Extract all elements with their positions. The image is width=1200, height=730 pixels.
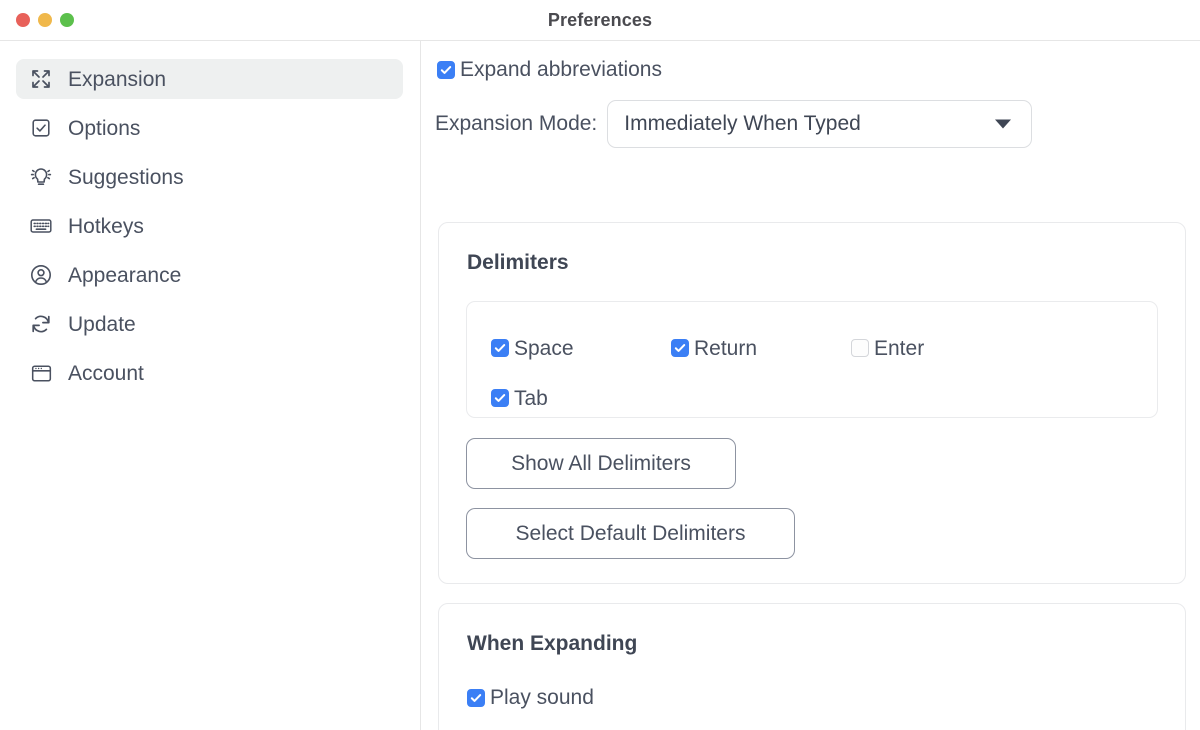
sidebar-item-label: Account [68, 361, 144, 385]
sidebar-item-suggestions[interactable]: Suggestions [16, 157, 403, 197]
sidebar-item-label: Suggestions [68, 165, 184, 189]
delimiter-label: Return [694, 336, 758, 360]
sidebar-item-options[interactable]: Options [16, 108, 403, 148]
delimiter-option-return[interactable]: Return [671, 338, 851, 359]
play-sound-checkbox[interactable] [467, 688, 485, 707]
lightbulb-icon [28, 164, 54, 190]
sidebar-item-update[interactable]: Update [16, 304, 403, 344]
sidebar-item-account[interactable]: Account [16, 353, 403, 393]
sidebar-item-appearance[interactable]: Appearance [16, 255, 403, 295]
window-title: Preferences [547, 9, 653, 30]
when-expanding-panel: When Expanding Play sound Run script sni… [438, 603, 1186, 730]
when-expanding-title: When Expanding [467, 632, 638, 655]
delimiters-panel: Delimiters Space Return Enter Tab Show A… [438, 222, 1186, 584]
sidebar-item-label: Options [68, 116, 141, 140]
show-all-delimiters-button[interactable]: Show All Delimiters [466, 438, 736, 489]
expansion-mode-row: Expansion Mode: Immediately When Typed [435, 100, 1200, 148]
window-body: Expansion Options Suggestions Hotkeys Ap… [0, 41, 1200, 730]
delimiters-checkbox-box: Space Return Enter Tab [466, 301, 1158, 418]
sidebar-item-label: Appearance [68, 263, 182, 287]
arrows-out-icon [28, 66, 54, 92]
sidebar-item-label: Update [68, 312, 136, 336]
keyboard-icon [28, 213, 54, 239]
play-sound-label: Play sound [490, 686, 594, 709]
sidebar-item-label: Hotkeys [68, 214, 144, 238]
sidebar-item-label: Expansion [68, 67, 167, 91]
chevron-down-icon [995, 119, 1012, 129]
sidebar-item-hotkeys[interactable]: Hotkeys [16, 206, 403, 246]
select-default-delimiters-button[interactable]: Select Default Delimiters [466, 508, 795, 559]
delimiters-title: Delimiters [467, 251, 569, 274]
delimiter-option-enter[interactable]: Enter [851, 338, 1031, 359]
browser-window-icon [28, 360, 54, 386]
checkbox-square-icon [28, 115, 54, 141]
delimiter-option-space[interactable]: Space [491, 338, 671, 359]
delimiter-tab-checkbox[interactable] [491, 389, 509, 407]
delimiters-grid: Space Return Enter Tab [491, 323, 1031, 423]
delimiter-label: Space [514, 336, 574, 360]
expansion-mode-value: Immediately When Typed [624, 112, 861, 135]
traffic-light-group [16, 13, 74, 27]
delimiter-return-checkbox[interactable] [671, 339, 689, 357]
delimiter-enter-checkbox[interactable] [851, 339, 869, 357]
expansion-mode-label: Expansion Mode: [435, 112, 598, 135]
sidebar-item-expansion[interactable]: Expansion [16, 59, 403, 99]
content-pane: Expand abbreviations Expansion Mode: Imm… [421, 41, 1200, 730]
preferences-window: Preferences Expansion Options Suggestion… [0, 0, 1200, 730]
user-circle-icon [28, 262, 54, 288]
delimiter-label: Tab [514, 386, 548, 410]
when-expanding-option-play-sound[interactable]: Play sound [467, 687, 594, 708]
close-window-button[interactable] [16, 13, 30, 27]
expansion-mode-select[interactable]: Immediately When Typed [607, 100, 1033, 148]
expand-abbreviations-checkbox[interactable] [437, 60, 455, 79]
title-bar: Preferences [0, 0, 1200, 41]
maximize-window-button[interactable] [60, 13, 74, 27]
refresh-icon [28, 311, 54, 337]
sidebar: Expansion Options Suggestions Hotkeys Ap… [0, 41, 421, 730]
delimiter-label: Enter [874, 336, 925, 360]
delimiter-space-checkbox[interactable] [491, 339, 509, 357]
delimiter-option-tab[interactable]: Tab [491, 388, 671, 409]
expand-abbreviations-label: Expand abbreviations [460, 58, 662, 81]
expand-abbreviations-row[interactable]: Expand abbreviations [437, 59, 1200, 80]
minimize-window-button[interactable] [38, 13, 52, 27]
